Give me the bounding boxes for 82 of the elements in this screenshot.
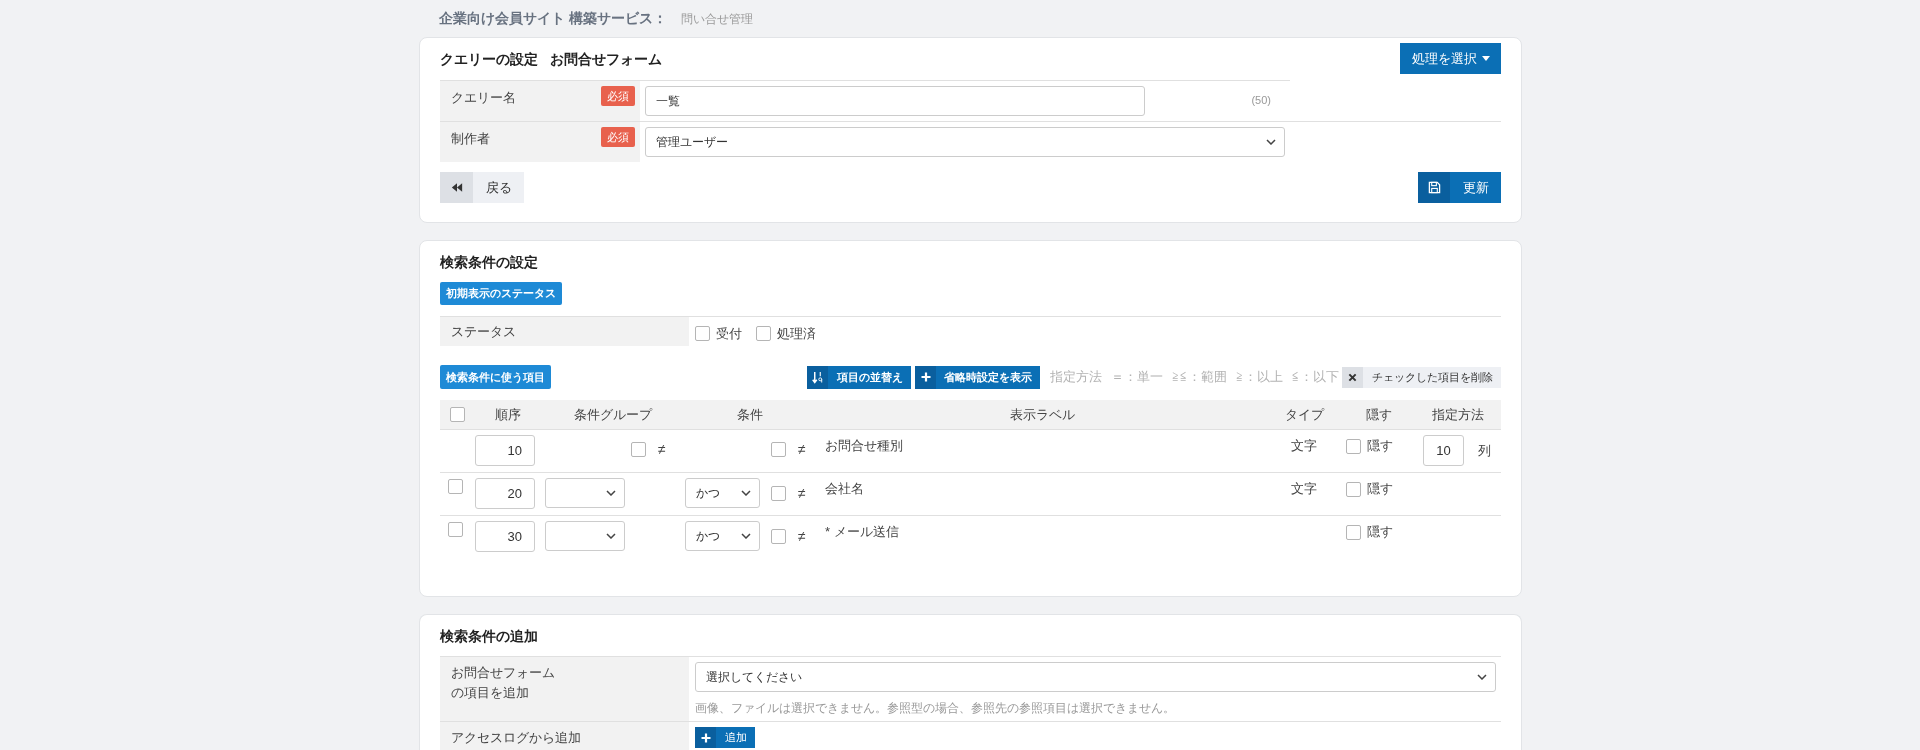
plus-icon — [915, 365, 936, 389]
legend-text: ≦：以下 — [1292, 368, 1339, 387]
field-label: クエリー名 — [451, 89, 516, 107]
form-name: お問合せフォーム — [550, 49, 662, 69]
item-label: 会社名 — [825, 480, 864, 498]
column-header: 条件 — [737, 405, 763, 424]
item-label: * メール送信 — [825, 523, 899, 541]
column-header: 条件グループ — [573, 405, 652, 424]
select-field[interactable]: 管理ユーザー — [645, 127, 1285, 157]
delete-checked-button[interactable]: チェックした項目を削除 — [1342, 366, 1501, 388]
order-field[interactable]: 10 — [475, 435, 535, 466]
select-field[interactable] — [545, 478, 625, 508]
legend-text: ≧：以上 — [1236, 368, 1283, 387]
show-defaults-button[interactable]: 省略時設定を表示 — [915, 365, 1040, 389]
checkbox-label: 処理済 — [777, 324, 816, 343]
checkbox-label: 受付 — [716, 324, 742, 343]
order-field[interactable]: 30 — [475, 521, 535, 552]
order-field[interactable]: 20 — [475, 478, 535, 509]
action-dropdown-button[interactable]: 処理を選択 — [1400, 43, 1501, 74]
select-field[interactable]: かつ — [685, 478, 760, 508]
required-badge: 必須 — [601, 86, 635, 106]
not-equal-label: ≠ — [658, 440, 666, 459]
not-equal-label: ≠ — [798, 440, 806, 459]
search-items-button[interactable]: 検索条件に使う項目 — [440, 365, 551, 389]
column-header: 隠す — [1366, 405, 1392, 424]
help-text: 画像、ファイルは選択できません。参照型の場合、参照先の参照項目は選択できません。 — [695, 700, 1175, 716]
item-label: お問合せ種別 — [825, 437, 903, 455]
chevron-down-icon — [741, 490, 751, 496]
checkbox-label: 隠す — [1367, 523, 1393, 542]
card-title: 検索条件の追加 — [440, 627, 539, 646]
status-section-button[interactable]: 初期表示のステータス — [440, 282, 562, 305]
x-mark-icon — [1342, 366, 1363, 388]
width-field[interactable]: 10 — [1423, 435, 1464, 466]
chevron-down-icon — [606, 533, 616, 539]
column-header: 表示ラベル — [1009, 405, 1075, 424]
checkbox[interactable] — [1346, 438, 1361, 454]
checkbox[interactable] — [695, 326, 710, 341]
checkbox[interactable] — [756, 326, 771, 341]
text-input[interactable]: 一覧 — [645, 86, 1145, 116]
legend-text: 指定方法 — [1050, 368, 1102, 387]
field-label: 制作者 — [451, 130, 490, 148]
checkbox-label: 隠す — [1367, 437, 1393, 456]
select-field[interactable]: かつ — [685, 521, 760, 551]
checkbox[interactable] — [771, 442, 786, 457]
checkbox[interactable] — [448, 522, 463, 537]
field-label: ステータス — [440, 317, 689, 346]
checkbox[interactable] — [1346, 524, 1361, 540]
card-title: 検索条件の設定 — [440, 253, 539, 272]
checkbox[interactable] — [771, 528, 786, 544]
field-label: アクセスログから追加 — [451, 729, 581, 747]
character-count: (50) — [1251, 93, 1271, 108]
checkbox[interactable] — [1346, 481, 1361, 497]
checkbox[interactable] — [448, 479, 463, 494]
field-label: お問合せフォームの項目を追加 — [451, 664, 556, 702]
sort-items-button[interactable]: 項目の並替え — [807, 365, 911, 389]
chevron-down-icon — [606, 490, 616, 496]
page-title: 企業向け会員サイト 構築サービス： — [439, 9, 667, 28]
chevron-down-icon — [1266, 139, 1276, 145]
type-text: 文字 — [1291, 480, 1317, 498]
required-badge: 必須 — [601, 127, 635, 147]
column-header: タイプ — [1284, 405, 1324, 424]
back-button[interactable]: 戻る — [440, 172, 524, 203]
chevron-down-icon — [1477, 674, 1487, 680]
checkbox[interactable] — [450, 407, 465, 422]
column-header: 順序 — [494, 405, 521, 424]
column-header: 指定方法 — [1431, 405, 1484, 424]
checkbox[interactable] — [771, 485, 786, 501]
update-button[interactable]: 更新 — [1418, 172, 1501, 203]
caret-down-icon — [1481, 56, 1490, 61]
type-text: 文字 — [1291, 437, 1317, 455]
not-equal-label: ≠ — [798, 483, 806, 503]
add-button[interactable]: 追加 — [695, 727, 755, 748]
unit-label: 列 — [1478, 441, 1491, 460]
chevron-down-icon — [741, 533, 751, 539]
rewind-icon — [440, 172, 473, 203]
select-field[interactable] — [545, 521, 625, 551]
card-title: クエリーの設定 — [440, 49, 538, 69]
select-field[interactable]: 選択してください — [695, 662, 1496, 692]
checkbox[interactable] — [631, 442, 646, 457]
not-equal-label: ≠ — [798, 526, 806, 546]
legend-text: ≧≦：範囲 — [1172, 368, 1227, 387]
checkbox-label: 隠す — [1367, 480, 1393, 499]
